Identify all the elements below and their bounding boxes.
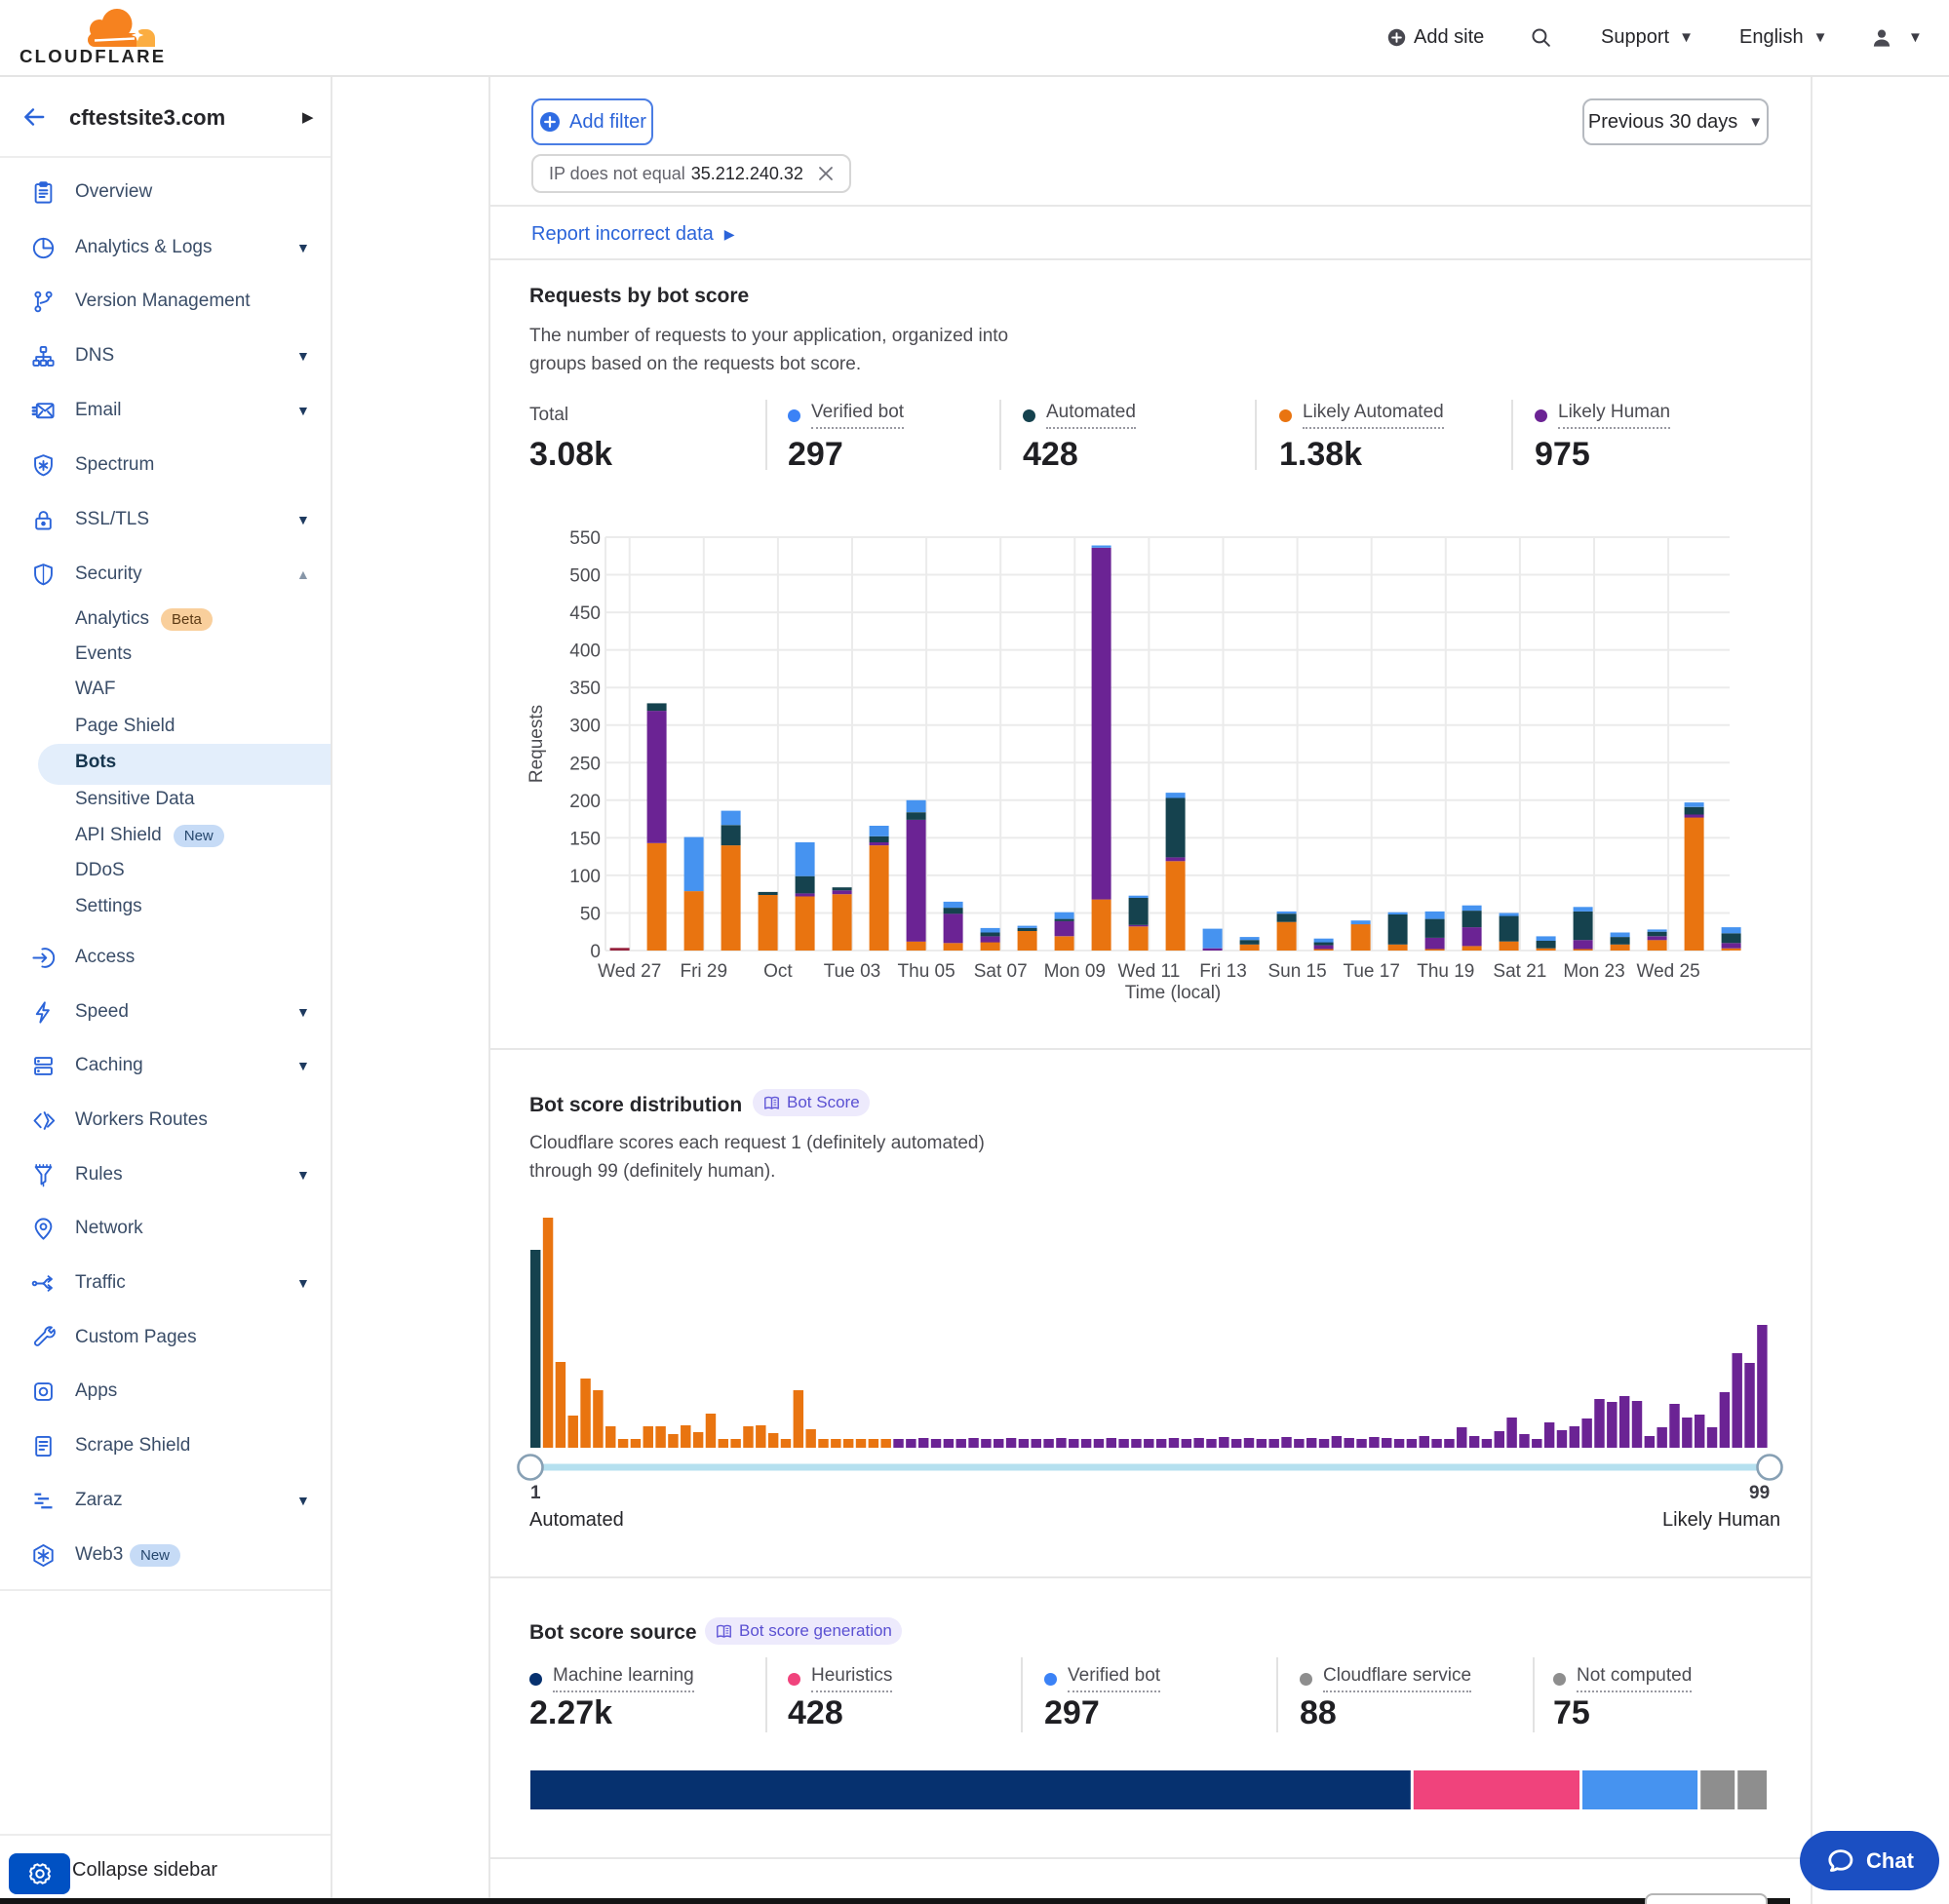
svg-text:Time (local): Time (local) — [1125, 983, 1222, 1003]
svg-text:350: 350 — [569, 679, 601, 699]
svg-text:Wed 27: Wed 27 — [598, 961, 661, 982]
svg-text:300: 300 — [569, 717, 601, 737]
svg-text:Tue 03: Tue 03 — [824, 961, 880, 982]
svg-text:Sat 21: Sat 21 — [1493, 961, 1546, 982]
svg-text:Mon 23: Mon 23 — [1563, 961, 1624, 982]
svg-text:100: 100 — [569, 867, 601, 887]
svg-text:Oct: Oct — [763, 961, 793, 982]
svg-text:500: 500 — [569, 566, 601, 587]
svg-text:50: 50 — [580, 905, 601, 925]
svg-text:Tue 17: Tue 17 — [1343, 961, 1399, 982]
svg-text:450: 450 — [569, 603, 601, 624]
svg-text:Fri 13: Fri 13 — [1199, 961, 1247, 982]
svg-text:Wed 11: Wed 11 — [1118, 961, 1181, 982]
svg-text:Thu 19: Thu 19 — [1417, 961, 1474, 982]
svg-text:Sat 07: Sat 07 — [974, 961, 1028, 982]
svg-text:Requests: Requests — [526, 705, 547, 783]
svg-text:Thu 05: Thu 05 — [898, 961, 955, 982]
svg-text:CLOUDFLARE: CLOUDFLARE — [19, 46, 166, 66]
svg-text:250: 250 — [569, 754, 601, 774]
svg-text:150: 150 — [569, 829, 601, 849]
svg-text:Wed 25: Wed 25 — [1637, 961, 1700, 982]
svg-text:Mon 09: Mon 09 — [1044, 961, 1106, 982]
svg-text:Fri 29: Fri 29 — [681, 961, 728, 982]
svg-text:Sun 15: Sun 15 — [1267, 961, 1326, 982]
svg-text:550: 550 — [569, 528, 601, 549]
svg-text:400: 400 — [569, 641, 601, 662]
svg-text:200: 200 — [569, 792, 601, 812]
svg-text:0: 0 — [590, 942, 601, 962]
